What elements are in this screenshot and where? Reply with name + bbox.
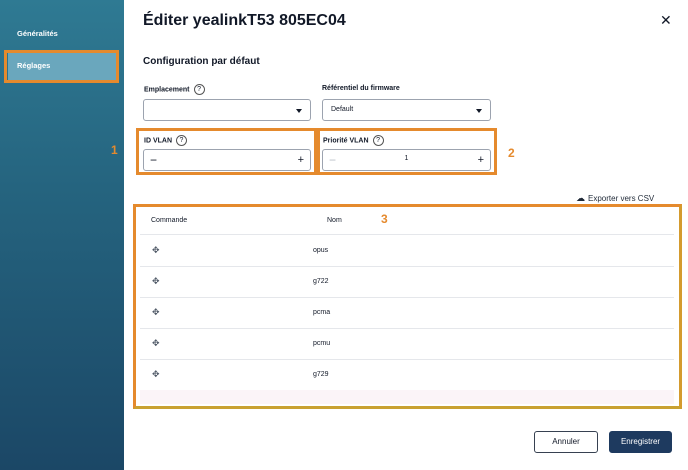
close-icon[interactable]: ✕: [660, 12, 672, 29]
firmware-label: Référentiel du firmware: [322, 85, 400, 92]
location-label: Emplacement?: [144, 84, 205, 95]
annotation-2: 2: [508, 146, 515, 160]
annotation-1: 1: [111, 143, 118, 157]
help-icon[interactable]: ?: [193, 84, 205, 95]
chevron-down-icon: [476, 109, 482, 113]
section-title: Configuration par défaut: [143, 56, 260, 67]
highlight-vlan-priority: [317, 128, 497, 175]
save-button[interactable]: Enregistrer: [609, 431, 672, 453]
highlight-table: [133, 204, 682, 409]
firmware-select[interactable]: Default: [322, 99, 491, 121]
chevron-down-icon: [296, 109, 302, 113]
sidebar-item-generalites[interactable]: Généralités: [8, 20, 116, 48]
location-select[interactable]: [143, 99, 311, 121]
cancel-button[interactable]: Annuler: [534, 431, 598, 453]
highlight-sidebar-settings: [4, 50, 119, 83]
annotation-3: 3: [381, 212, 388, 226]
highlight-vlan-id: [136, 128, 317, 175]
dialog-title: Éditer yealinkT53 805EC04: [143, 12, 346, 29]
cloud-download-icon: ☁: [576, 193, 585, 203]
export-csv-button[interactable]: ☁ Exporter vers CSV: [576, 193, 654, 204]
